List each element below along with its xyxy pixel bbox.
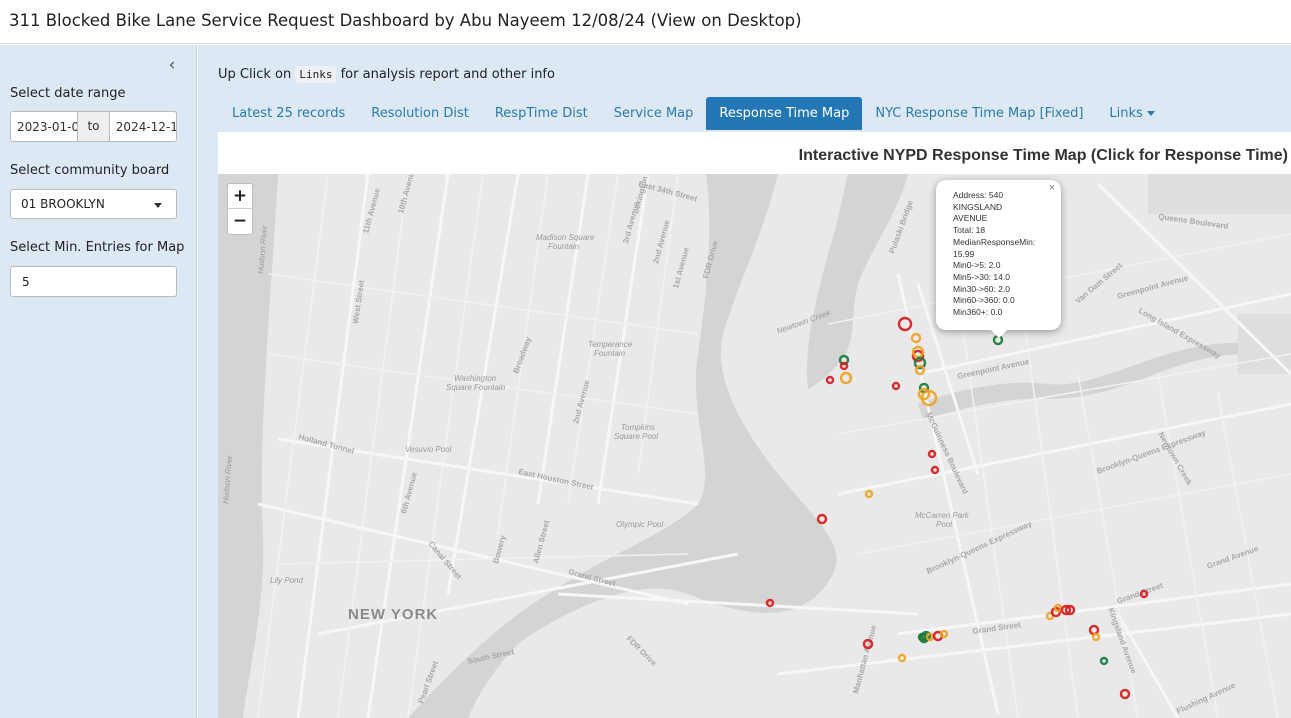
zoom-control: + − <box>227 183 253 235</box>
response-marker-red[interactable] <box>891 381 901 391</box>
zoom-in-button[interactable]: + <box>228 184 252 209</box>
response-marker-red[interactable] <box>927 449 937 459</box>
response-marker-orange[interactable] <box>839 371 853 385</box>
community-board-label: Select community board <box>10 163 170 178</box>
note-prefix: Up Click on <box>218 67 292 82</box>
note-code-links: Links <box>295 66 337 83</box>
zoom-out-button[interactable]: − <box>228 209 252 234</box>
tab-nyc-response-time-map[interactable]: NYC Response Time Map [Fixed] <box>862 97 1096 130</box>
response-marker-red[interactable] <box>1139 589 1149 599</box>
response-marker-orange[interactable] <box>864 489 874 499</box>
response-marker-orange[interactable] <box>910 332 922 344</box>
collapse-sidebar-icon[interactable]: ‹ <box>164 55 180 75</box>
tab-response-time-map[interactable]: Response Time Map <box>706 97 863 130</box>
caret-down-icon <box>1146 111 1155 116</box>
response-marker-red[interactable] <box>897 316 913 332</box>
response-marker-green[interactable] <box>1099 656 1109 666</box>
popup-line: AVENUE <box>953 213 988 224</box>
response-marker-orange[interactable] <box>897 653 907 663</box>
response-marker-red[interactable] <box>1088 624 1100 636</box>
popup-line: Min30->60: 2.0 <box>953 283 1010 294</box>
response-marker-red[interactable] <box>1119 688 1131 700</box>
tab-service-map[interactable]: Service Map <box>601 97 707 130</box>
min-entries-input[interactable]: 5 <box>10 266 177 297</box>
response-marker-red[interactable] <box>816 513 828 525</box>
map-canvas[interactable]: NEW YORK Madison Square Fountain Tempera… <box>218 174 1291 718</box>
popup-line: Min60->360: 0.0 <box>953 295 1015 306</box>
popup-line: Min5->30: 14.0 <box>953 271 1010 282</box>
app-title: 311 Blocked Bike Lane Service Request Da… <box>9 11 802 30</box>
tab-links[interactable]: Links <box>1096 97 1167 130</box>
response-marker-red[interactable] <box>862 638 874 650</box>
tab-resptime-dist[interactable]: RespTime Dist <box>482 97 601 130</box>
popup-line: 15.99 <box>953 248 975 259</box>
map-title: Interactive NYPD Response Time Map (Clic… <box>798 147 1288 164</box>
date-range-label: Select date range <box>10 86 126 101</box>
popup-line: Min360+: 0.0 <box>953 307 1003 318</box>
caret-down-icon <box>154 203 162 208</box>
community-board-select[interactable]: 01 BROOKLYN <box>10 189 177 219</box>
date-range-input: 2023-01-0 to 2024-12-1 <box>10 111 177 142</box>
community-board-value: 01 BROOKLYN <box>21 197 105 211</box>
response-markers <box>765 316 1149 700</box>
response-marker-orange[interactable] <box>939 629 949 639</box>
tab-bar: Latest 25 records Resolution Dist RespTi… <box>219 97 1168 130</box>
response-marker-orange[interactable] <box>1091 632 1101 642</box>
date-to-separator: to <box>77 112 110 141</box>
min-entries-label: Select Min. Entries for Map <box>10 240 185 255</box>
note-suffix: for analysis report and other info <box>340 67 555 82</box>
close-icon[interactable]: × <box>1049 182 1055 194</box>
popup-line: Min0->5: 2.0 <box>953 260 1001 271</box>
response-marker-red[interactable] <box>765 598 775 608</box>
response-marker-red[interactable] <box>825 375 835 385</box>
address-popup: × Address: 540 KINGSLAND AVENUE Total: 1… <box>936 180 1061 338</box>
date-start-input[interactable]: 2023-01-0 <box>11 112 77 141</box>
tab-latest-25-records[interactable]: Latest 25 records <box>219 97 358 130</box>
tab-resolution-dist[interactable]: Resolution Dist <box>358 97 482 130</box>
response-marker-red[interactable] <box>930 465 940 475</box>
popup-tip <box>991 330 1007 338</box>
response-marker-red[interactable] <box>839 361 849 371</box>
popup-line: Address: 540 <box>953 190 1004 200</box>
date-end-input[interactable]: 2024-12-1 <box>110 112 176 141</box>
info-note: Up Click on Links for analysis report an… <box>218 66 555 83</box>
response-marker-orange[interactable] <box>914 364 926 376</box>
popup-line: KINGSLAND <box>953 201 1003 212</box>
popup-line: MedianResponseMin: <box>953 236 1036 247</box>
popup-line: Total: 18 <box>953 225 986 236</box>
main-panel: Up Click on Links for analysis report an… <box>198 45 1291 718</box>
tab-links-label: Links <box>1109 106 1143 121</box>
sidebar: ‹ Select date range 2023-01-0 to 2024-12… <box>0 45 197 718</box>
map-frame: Interactive NYPD Response Time Map (Clic… <box>218 132 1291 718</box>
title-bar: 311 Blocked Bike Lane Service Request Da… <box>0 0 1291 44</box>
